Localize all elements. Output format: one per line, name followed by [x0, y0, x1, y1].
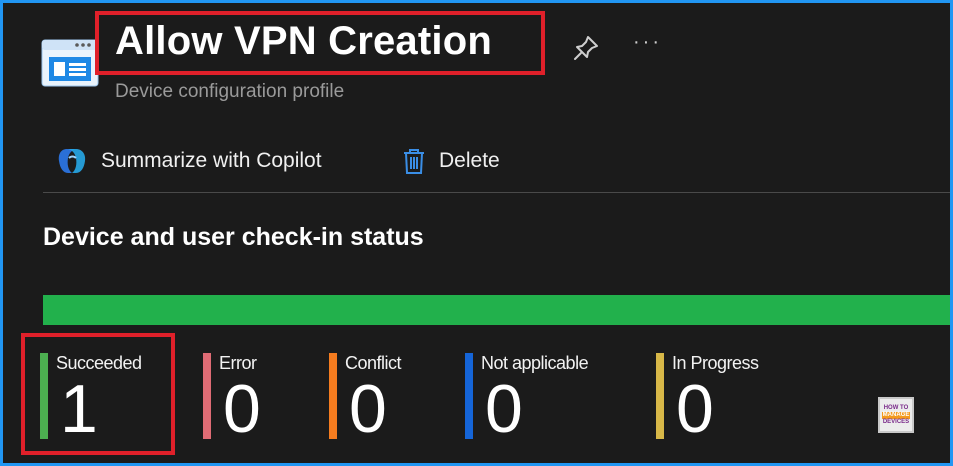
error-color-bar — [203, 353, 211, 439]
checkin-status-bar — [43, 295, 950, 325]
delete-button-label: Delete — [439, 149, 500, 172]
stat-value: 0 — [223, 371, 261, 447]
pin-icon[interactable] — [571, 33, 601, 63]
checkin-status-heading: Device and user check-in status — [43, 223, 424, 251]
logo-line-1: HOW TO — [883, 404, 909, 411]
trash-icon — [404, 149, 424, 174]
profile-panel: Allow VPN Creation ··· Device configurat… — [3, 3, 950, 463]
copilot-button-label: Summarize with Copilot — [101, 149, 322, 172]
more-options-icon[interactable]: ··· — [633, 31, 662, 54]
in-progress-color-bar — [656, 353, 664, 439]
configuration-profile-icon — [41, 39, 99, 87]
toolbar-divider — [43, 192, 950, 193]
summarize-with-copilot-button[interactable]: Summarize with Copilot — [55, 141, 322, 181]
page-subtitle: Device configuration profile — [115, 81, 345, 102]
stat-value: 0 — [485, 371, 523, 447]
succeeded-highlight-box — [21, 333, 175, 455]
stat-value: 0 — [349, 371, 387, 447]
conflict-color-bar — [329, 353, 337, 439]
stat-value: 0 — [676, 371, 714, 447]
page-title: Allow VPN Creation — [115, 19, 492, 63]
watermark-logo: HOW TO MANAGE DEVICES — [878, 397, 914, 433]
copilot-icon — [58, 149, 86, 173]
logo-line-3: DEVICES — [882, 418, 910, 425]
logo-line-2: MANAGE — [881, 411, 911, 419]
not-applicable-color-bar — [465, 353, 473, 439]
delete-button[interactable]: Delete — [401, 141, 500, 181]
